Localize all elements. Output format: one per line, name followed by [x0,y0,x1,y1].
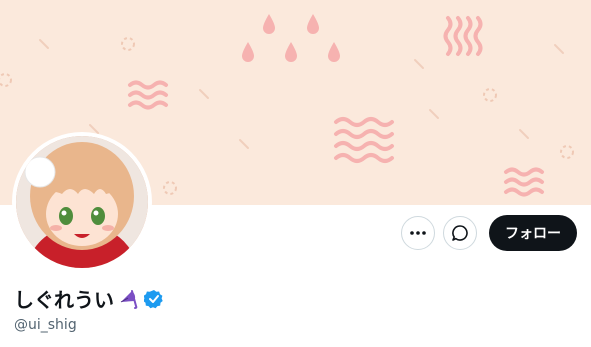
profile-handle: @ui_shig [14,317,77,333]
profile-actions: フォロー [401,215,577,251]
umbrella-icon [120,289,138,309]
follow-button[interactable]: フォロー [489,215,577,251]
avatar-illustration [16,136,148,268]
profile-name-row: しぐれうい [14,284,164,313]
verified-badge-icon[interactable] [144,289,164,309]
more-button[interactable] [401,216,435,250]
message-button[interactable] [443,216,477,250]
message-icon [452,225,468,241]
more-icon [410,231,426,235]
display-name: しぐれうい [14,288,114,312]
avatar-image [16,136,148,268]
profile-avatar[interactable] [12,132,152,272]
